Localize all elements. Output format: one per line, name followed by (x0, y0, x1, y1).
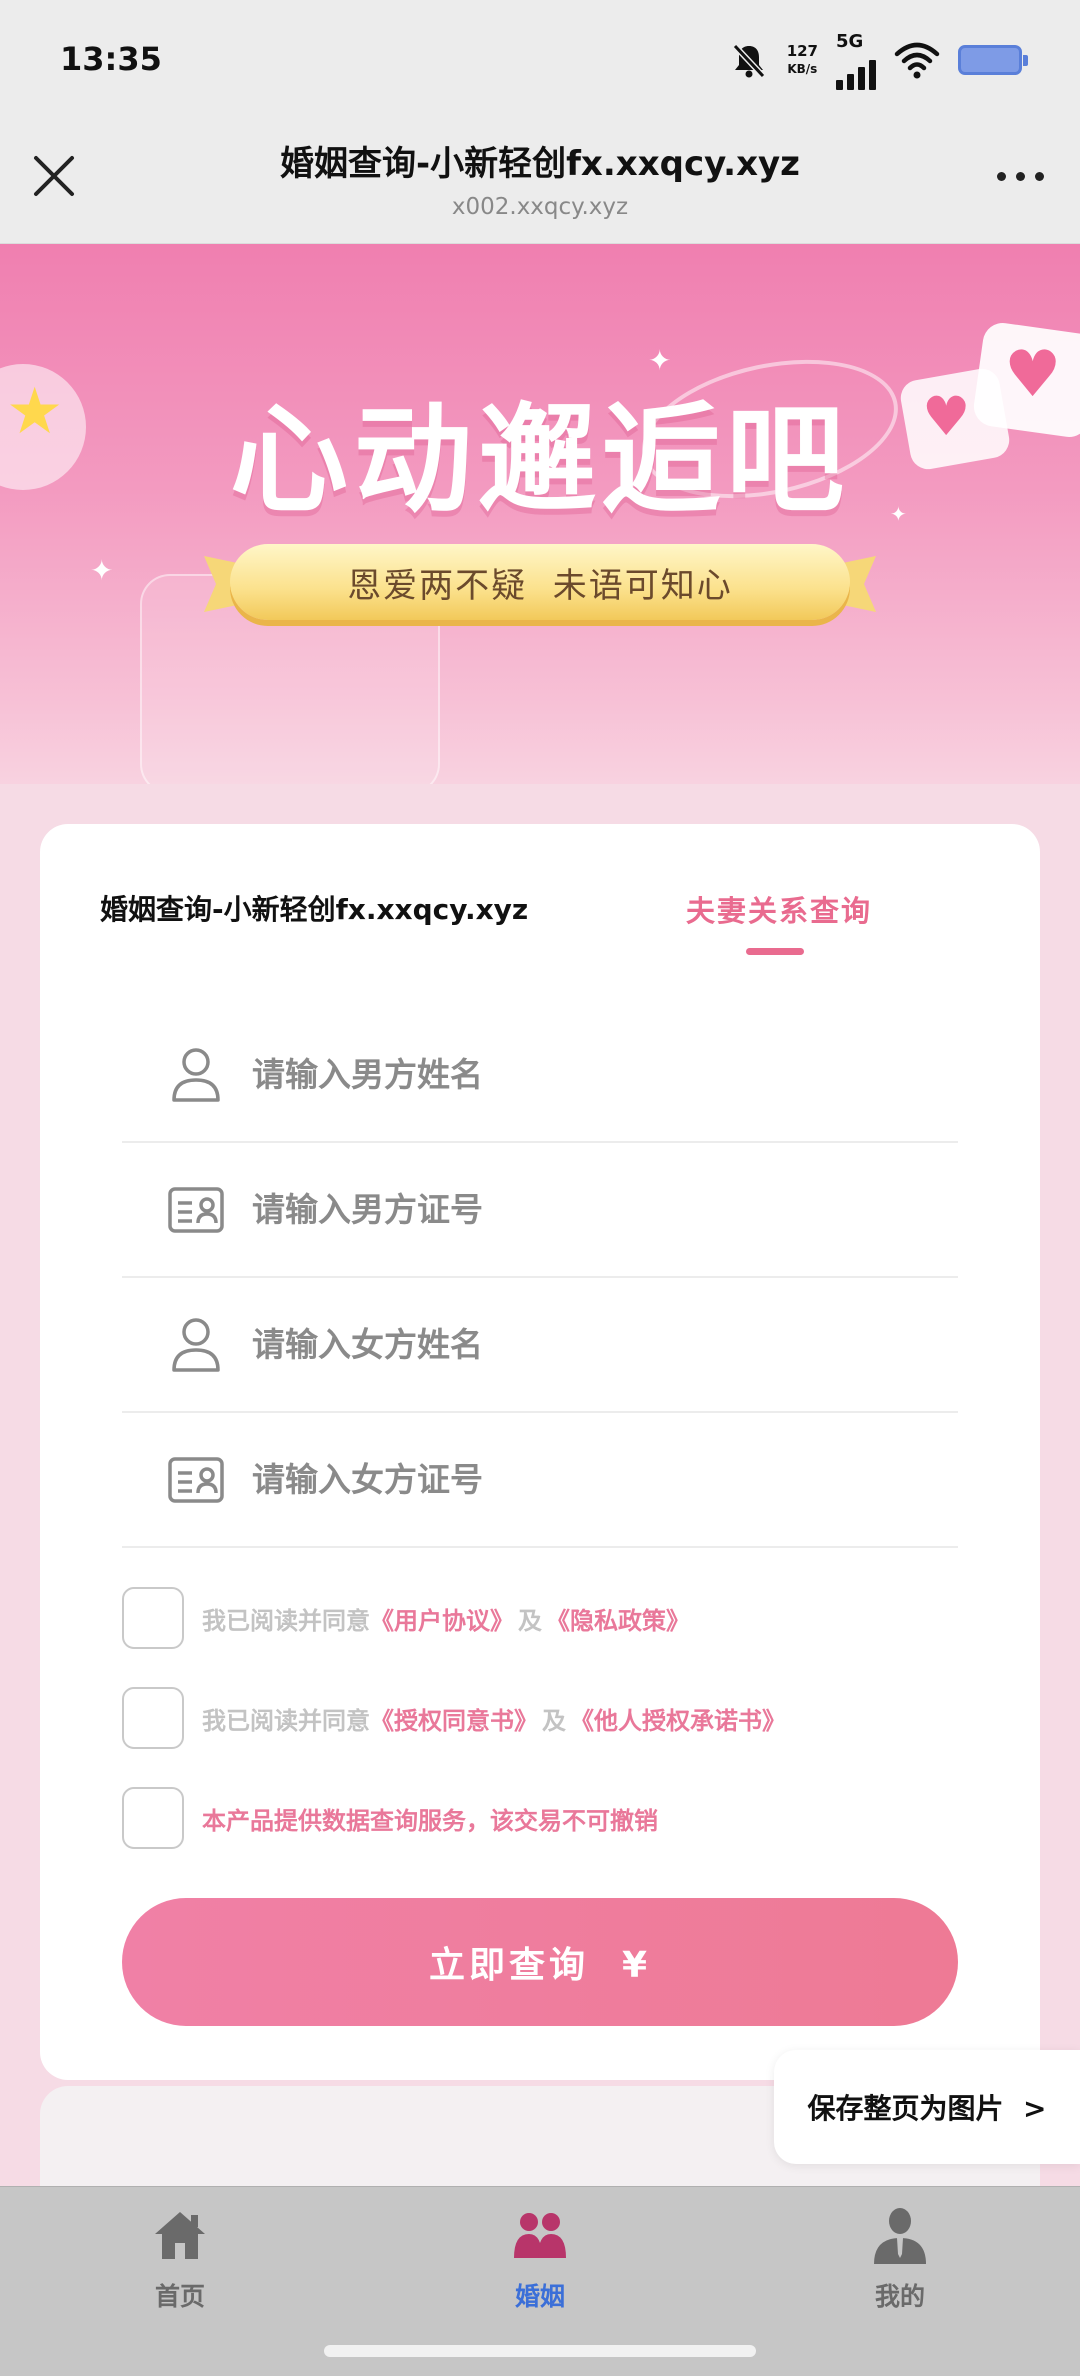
status-bar: 13:35 127 KB/s 5G (0, 0, 1080, 120)
nav-label: 婚姻 (514, 2282, 565, 2311)
net-speed: 127 KB/s (787, 42, 818, 78)
active-tab-indicator (746, 948, 804, 955)
tab-marriage-query[interactable]: 婚姻查询-小新轻创fx.xxqcy.xyz (100, 888, 528, 928)
cellular: 5G (836, 31, 876, 90)
query-form-card: 婚姻查询-小新轻创fx.xxqcy.xyz 夫妻关系查询 请输入男方姓名 请输入… (40, 824, 1040, 2080)
third-party-commitment-link[interactable]: 《他人授权承诺书》 (570, 1707, 786, 1735)
signal-icon (836, 56, 876, 90)
status-icons: 127 KB/s 5G (729, 30, 1028, 90)
nav-item-home[interactable]: 首页 (80, 2205, 280, 2313)
more-dot-icon (996, 171, 1006, 181)
id-card-icon (166, 1180, 226, 1240)
net-speed-unit: KB/s (787, 62, 818, 76)
banner-headline: 心动邂逅吧 (229, 391, 850, 529)
title-bar: 婚姻查询-小新轻创fx.xxqcy.xyz x002.xxqcy.xyz (0, 120, 1080, 244)
agreement-row-authorization: 我已阅读并同意《授权同意书》及《他人授权承诺书》 (122, 1686, 786, 1750)
notice-checkbox[interactable] (122, 1787, 184, 1849)
agreement-prefix: 我已阅读并同意 (202, 1606, 370, 1635)
user-icon (166, 1045, 226, 1105)
male-name-input[interactable] (252, 1055, 958, 1094)
query-submit-button[interactable]: 立即查询 ¥ (122, 1898, 958, 2026)
more-dot-icon (1015, 171, 1025, 181)
network-type: 5G (836, 30, 864, 52)
mute-bell-icon (732, 43, 765, 79)
id-card-icon (166, 1450, 226, 1510)
female-id-input[interactable] (252, 1460, 958, 1499)
home-indicator[interactable] (324, 2345, 756, 2357)
agreement-prefix: 我已阅读并同意 (202, 1706, 370, 1735)
hero-banner: ★ ♥ ♥ ✦ ✦ ✦ 心动邂逅吧 恩爱两不疑 未语可知心 (0, 244, 1080, 784)
user-agreement-checkbox[interactable] (122, 1587, 184, 1649)
user-icon (166, 1315, 226, 1375)
bottom-nav: 首页 婚姻 我的 (0, 2186, 1080, 2376)
banner-tagline: 恩爱两不疑 未语可知心 (230, 544, 850, 620)
female-name-field (122, 1278, 958, 1413)
more-options-button[interactable] (988, 150, 1052, 202)
nav-label: 首页 (154, 2282, 205, 2311)
save-page-as-image-button[interactable]: 保存整页为图片 > (774, 2050, 1080, 2164)
male-id-field (122, 1143, 958, 1278)
person-icon (870, 2205, 930, 2265)
more-dot-icon (1034, 171, 1044, 181)
net-speed-value: 127 (786, 42, 818, 60)
agreement-row-user: 我已阅读并同意《用户协议》及《隐私政策》 (122, 1586, 690, 1650)
non-refundable-notice: 本产品提供数据查询服务，该交易不可撤销 (202, 1806, 658, 1835)
nav-item-mine[interactable]: 我的 (800, 2205, 1000, 2313)
female-name-input[interactable] (252, 1325, 958, 1364)
tab-couple-relation-query[interactable]: 夫妻关系查询 (686, 888, 872, 930)
agreement-joiner: 及 (542, 1706, 566, 1735)
user-agreement-link[interactable]: 《用户协议》 (370, 1607, 514, 1635)
home-icon (150, 2205, 210, 2265)
male-name-field (122, 1008, 958, 1143)
nav-item-marriage[interactable]: 婚姻 (440, 2205, 640, 2313)
sparkle-icon: ✦ (90, 554, 114, 587)
status-time: 13:35 (60, 40, 162, 78)
privacy-policy-link[interactable]: 《隐私政策》 (546, 1607, 690, 1635)
female-id-field (122, 1413, 958, 1548)
nav-label: 我的 (874, 2282, 925, 2311)
notice-row: 本产品提供数据查询服务，该交易不可撤销 (122, 1786, 658, 1850)
battery-icon (958, 45, 1028, 75)
wifi-icon (894, 42, 940, 79)
agreement-text: 我已阅读并同意《用户协议》及《隐私政策》 (202, 1601, 690, 1636)
couple-icon (510, 2205, 570, 2265)
page-title: 婚姻查询-小新轻创fx.xxqcy.xyz (280, 144, 800, 184)
page-url: x002.xxqcy.xyz (451, 194, 629, 220)
agreement-text: 我已阅读并同意《授权同意书》及《他人授权承诺书》 (202, 1701, 786, 1736)
male-id-input[interactable] (252, 1190, 958, 1229)
authorization-consent-link[interactable]: 《授权同意书》 (370, 1707, 538, 1735)
agreement-joiner: 及 (518, 1606, 542, 1635)
authorization-checkbox[interactable] (122, 1687, 184, 1749)
